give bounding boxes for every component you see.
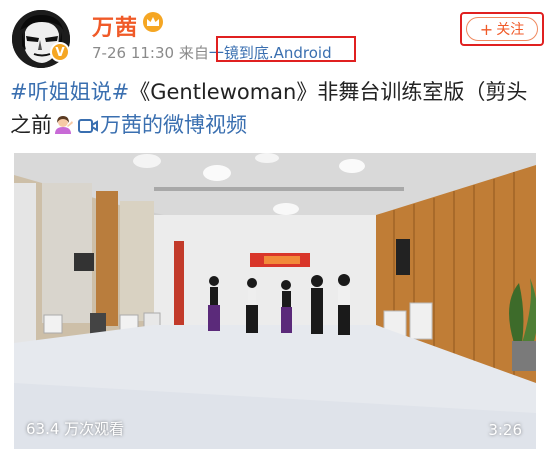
post-body: #听姐姐说#《Gentlewoman》非舞台训练室版（剪头之前 万茜的微博视频 [10,76,542,142]
plus-icon: + [479,19,494,39]
post-time: 11:30 [130,44,175,62]
woman-emoji-icon [55,116,73,134]
crown-icon [143,12,163,32]
follow-label: 关注 [496,22,525,38]
follow-button[interactable]: + 关注 [466,17,538,41]
video-player[interactable]: 63.4 万次观看 3:26 [14,153,536,449]
view-count: 63.4 万次观看 [26,420,125,438]
video-thumbnail [14,153,536,449]
video-camera-icon [78,119,98,133]
video-duration: 3:26 [488,421,522,439]
user-name[interactable]: 万茜 [92,10,138,42]
hashtag[interactable]: #听姐姐说# [10,80,129,104]
source-prefix: 来自 [178,44,209,62]
verified-badge: V [50,42,70,62]
source-highlight-box [216,36,356,62]
post-date: 7-26 [92,44,127,62]
video-link[interactable]: 万茜的微博视频 [100,113,247,137]
